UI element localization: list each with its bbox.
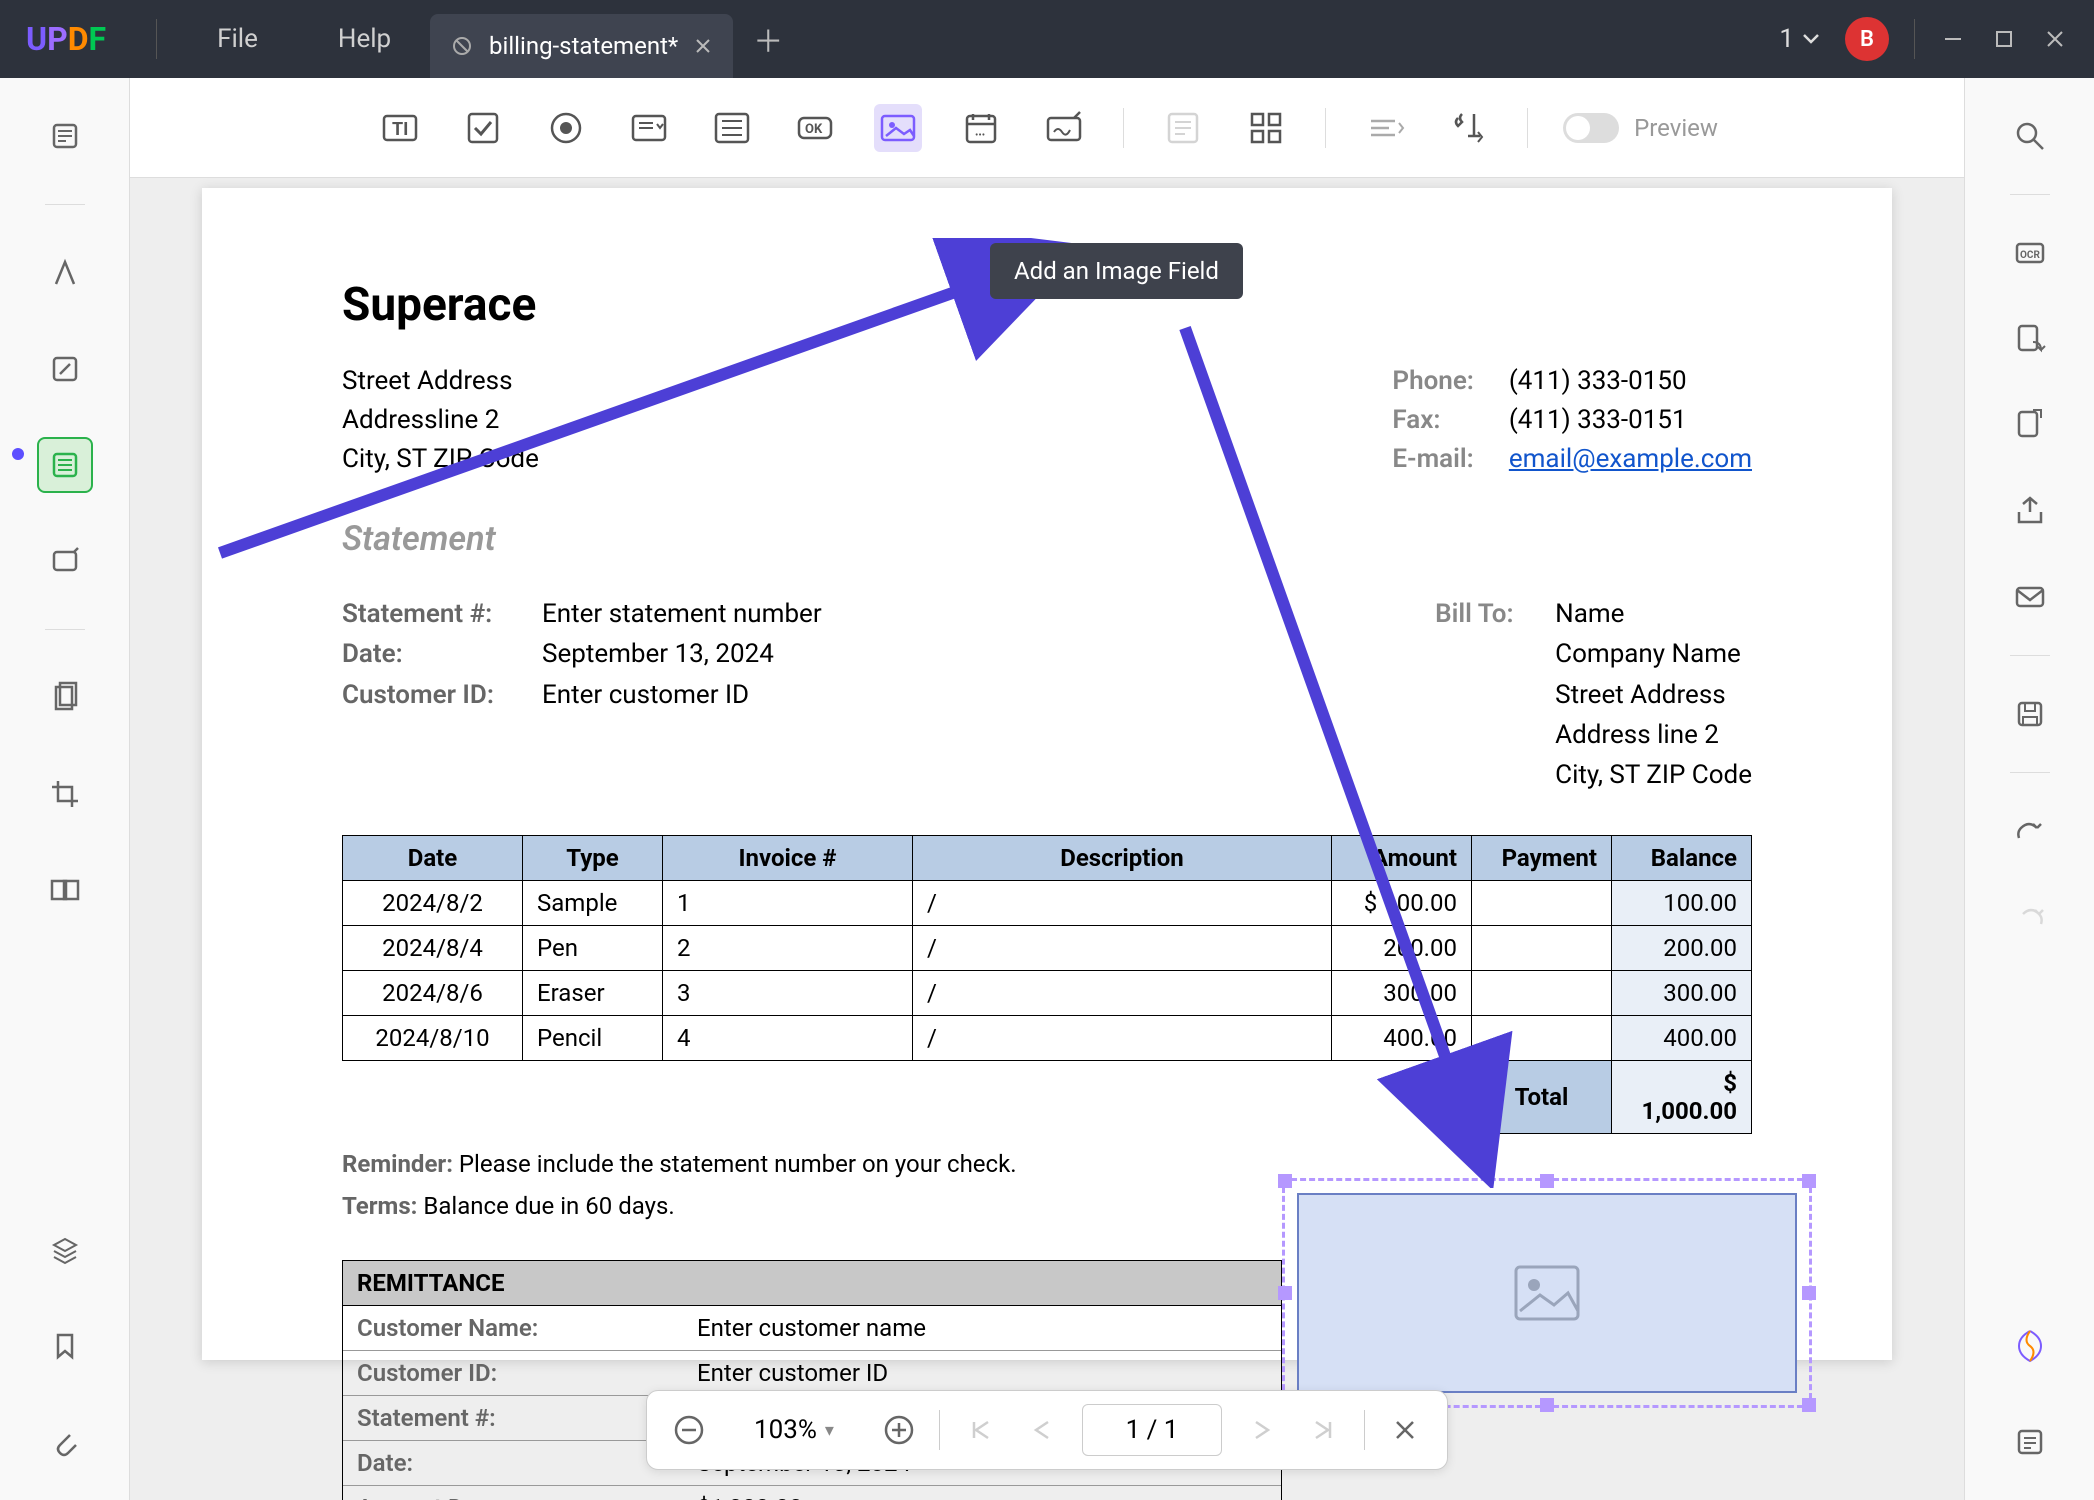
close-icon[interactable] — [2042, 26, 2068, 52]
ai-icon[interactable] — [2002, 1318, 2058, 1374]
form-toolbar: TI OK ••• Preview — [130, 78, 1964, 178]
page-navigation-bar: 103%▾ 1 / 1 — [646, 1390, 1448, 1470]
company-address: Street Address Addressline 2 City, ST ZI… — [342, 362, 539, 479]
separator — [156, 19, 157, 59]
form-tool-icon[interactable] — [37, 437, 93, 493]
table-row: 2024/8/4Pen2/200.00200.00 — [343, 926, 1752, 971]
minimize-icon[interactable] — [1940, 26, 1966, 52]
export-icon[interactable] — [2002, 397, 2058, 453]
image-field-placeholder[interactable] — [1282, 1178, 1812, 1408]
remittance-row: Customer Name:Enter customer name — [343, 1306, 1281, 1351]
statement-info: Statement #:Enter statement number Date:… — [342, 594, 822, 795]
right-sidebar: OCR — [1964, 78, 2094, 1500]
title-bar: UPDF File Help billing-statement* ＋ 1 B — [0, 0, 2094, 78]
image-placeholder-icon — [1512, 1263, 1582, 1323]
menu-help[interactable]: Help — [298, 24, 431, 54]
reader-mode-icon[interactable] — [37, 108, 93, 164]
checkbox-field-icon[interactable] — [459, 104, 507, 152]
layers-icon[interactable] — [37, 1222, 93, 1278]
menu-file[interactable]: File — [177, 24, 298, 54]
close-bar-icon[interactable] — [1383, 1408, 1427, 1452]
convert-icon[interactable] — [2002, 311, 2058, 367]
comment-tool-icon[interactable] — [37, 245, 93, 301]
search-icon[interactable] — [2002, 108, 2058, 164]
align-icon[interactable] — [1361, 104, 1409, 152]
text-field-icon[interactable]: TI — [376, 104, 424, 152]
company-contact: Phone: (411) 333-0150 Fax: (411) 333-015… — [1392, 362, 1752, 479]
tab-close-icon[interactable] — [693, 36, 713, 56]
document-canvas[interactable]: Superace Street Address Addressline 2 Ci… — [130, 178, 1964, 1500]
page-indicator[interactable]: 1 / 1 — [1082, 1404, 1222, 1456]
email-icon[interactable] — [2002, 569, 2058, 625]
first-page-icon[interactable] — [958, 1408, 1002, 1452]
signature-field-icon[interactable] — [1040, 104, 1088, 152]
bill-to-info: Bill To: NameCompany NameStreet AddressA… — [1435, 594, 1752, 795]
prev-page-icon[interactable] — [1020, 1408, 1064, 1452]
button-field-icon[interactable]: OK — [791, 104, 839, 152]
left-sidebar — [0, 78, 130, 1500]
redo-icon[interactable] — [2002, 889, 2058, 945]
toggle-switch[interactable] — [1563, 113, 1619, 143]
statement-header: Statement — [342, 519, 1752, 559]
grid-icon[interactable] — [1242, 104, 1290, 152]
radio-field-icon[interactable] — [542, 104, 590, 152]
tab-title: billing-statement* — [489, 32, 678, 60]
app-logo: UPDF — [26, 20, 106, 58]
listbox-field-icon[interactable] — [708, 104, 756, 152]
image-field-icon[interactable] — [874, 104, 922, 152]
notes-icon[interactable] — [2002, 1414, 2058, 1470]
document-count[interactable]: 1 — [1779, 24, 1820, 54]
table-row: 2024/8/6Eraser3/300.00300.00 — [343, 971, 1752, 1016]
tab-strip: billing-statement* ＋ — [430, 0, 783, 78]
last-page-icon[interactable] — [1302, 1408, 1346, 1452]
preview-toggle[interactable]: Preview — [1563, 113, 1718, 143]
active-indicator — [12, 448, 24, 460]
share-icon[interactable] — [2002, 483, 2058, 539]
total-row: Total $ 1,000.00 — [1472, 1061, 1752, 1134]
zoom-in-icon[interactable] — [877, 1408, 921, 1452]
svg-text:•••: ••• — [975, 130, 985, 141]
table-row: 2024/8/2Sample1/$ 100.00100.00 — [343, 881, 1752, 926]
edit-tool-icon[interactable] — [37, 341, 93, 397]
svg-text:OK: OK — [805, 122, 823, 137]
save-icon[interactable] — [2002, 686, 2058, 742]
editor-area: TI OK ••• Preview Add an Image Field — [130, 78, 1964, 1500]
fill-sign-icon[interactable] — [37, 533, 93, 589]
user-avatar[interactable]: B — [1845, 17, 1889, 61]
svg-text:OCR: OCR — [2020, 250, 2040, 261]
form-recognition-icon[interactable] — [1159, 104, 1207, 152]
tooltip: Add an Image Field — [990, 243, 1243, 299]
compare-icon[interactable] — [37, 862, 93, 918]
crop-tool-icon[interactable] — [37, 766, 93, 822]
email-link[interactable]: email@example.com — [1509, 444, 1752, 474]
svg-text:TI: TI — [392, 119, 408, 140]
zoom-out-icon[interactable] — [667, 1408, 711, 1452]
document-tab[interactable]: billing-statement* — [430, 14, 733, 78]
separator — [1914, 19, 1915, 59]
remittance-row: Amount Due:$1,000.00 — [343, 1486, 1281, 1500]
undo-icon[interactable] — [2002, 803, 2058, 859]
attachment-icon[interactable] — [37, 1414, 93, 1470]
tools-icon[interactable] — [1444, 104, 1492, 152]
next-page-icon[interactable] — [1240, 1408, 1284, 1452]
date-field-icon[interactable]: ••• — [957, 104, 1005, 152]
new-tab-button[interactable]: ＋ — [753, 17, 783, 61]
pdf-page[interactable]: Superace Street Address Addressline 2 Ci… — [202, 188, 1892, 1360]
ocr-icon[interactable]: OCR — [2002, 225, 2058, 281]
items-table: Date Type Invoice # Description Amount P… — [342, 835, 1752, 1061]
zoom-level[interactable]: 103%▾ — [729, 1415, 859, 1445]
document-tab-icon — [450, 34, 474, 58]
organize-pages-icon[interactable] — [37, 670, 93, 726]
dropdown-field-icon[interactable] — [625, 104, 673, 152]
maximize-icon[interactable] — [1991, 26, 2017, 52]
bookmark-icon[interactable] — [37, 1318, 93, 1374]
table-row: 2024/8/10Pencil4/400.00400.00 — [343, 1016, 1752, 1061]
